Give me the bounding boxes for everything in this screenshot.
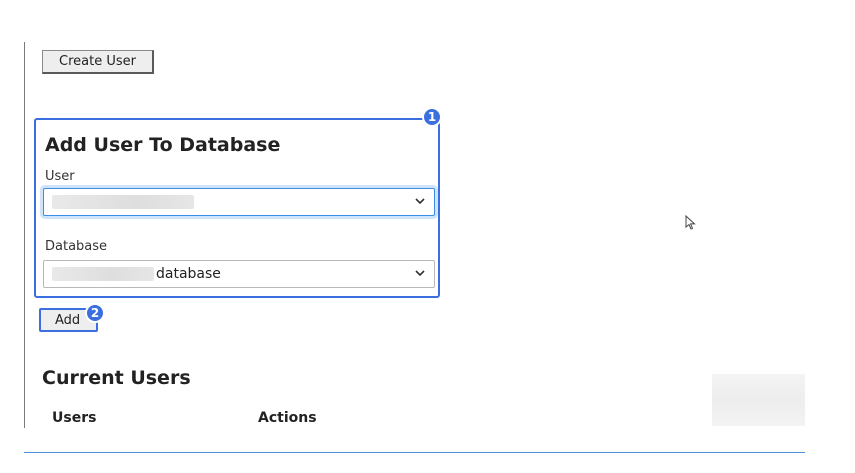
mouse-pointer-icon [685, 215, 696, 230]
page: Create User Add User To Database User Da… [0, 0, 855, 473]
current-users-title: Current Users [42, 367, 191, 389]
database-select[interactable]: database [43, 260, 435, 288]
user-select[interactable] [43, 188, 435, 216]
redacted-database-prefix [52, 267, 154, 281]
database-select-value: database [156, 266, 221, 282]
actions-column-header: Actions [258, 410, 317, 426]
create-user-button[interactable]: Create User [42, 50, 154, 74]
redacted-area [712, 374, 805, 426]
panel-title: Add User To Database [45, 134, 281, 156]
left-divider [24, 42, 25, 428]
user-field-label: User [45, 169, 75, 184]
database-field-label: Database [45, 239, 108, 254]
chevron-down-icon [415, 270, 425, 277]
step-badge-2: 2 [85, 303, 105, 323]
users-column-header: Users [52, 410, 97, 426]
add-user-to-database-panel: Add User To Database User Database datab… [34, 118, 440, 298]
chevron-down-icon [415, 198, 425, 205]
step-badge-1: 1 [422, 107, 442, 127]
bottom-divider [24, 452, 805, 453]
redacted-user-value [52, 195, 194, 209]
